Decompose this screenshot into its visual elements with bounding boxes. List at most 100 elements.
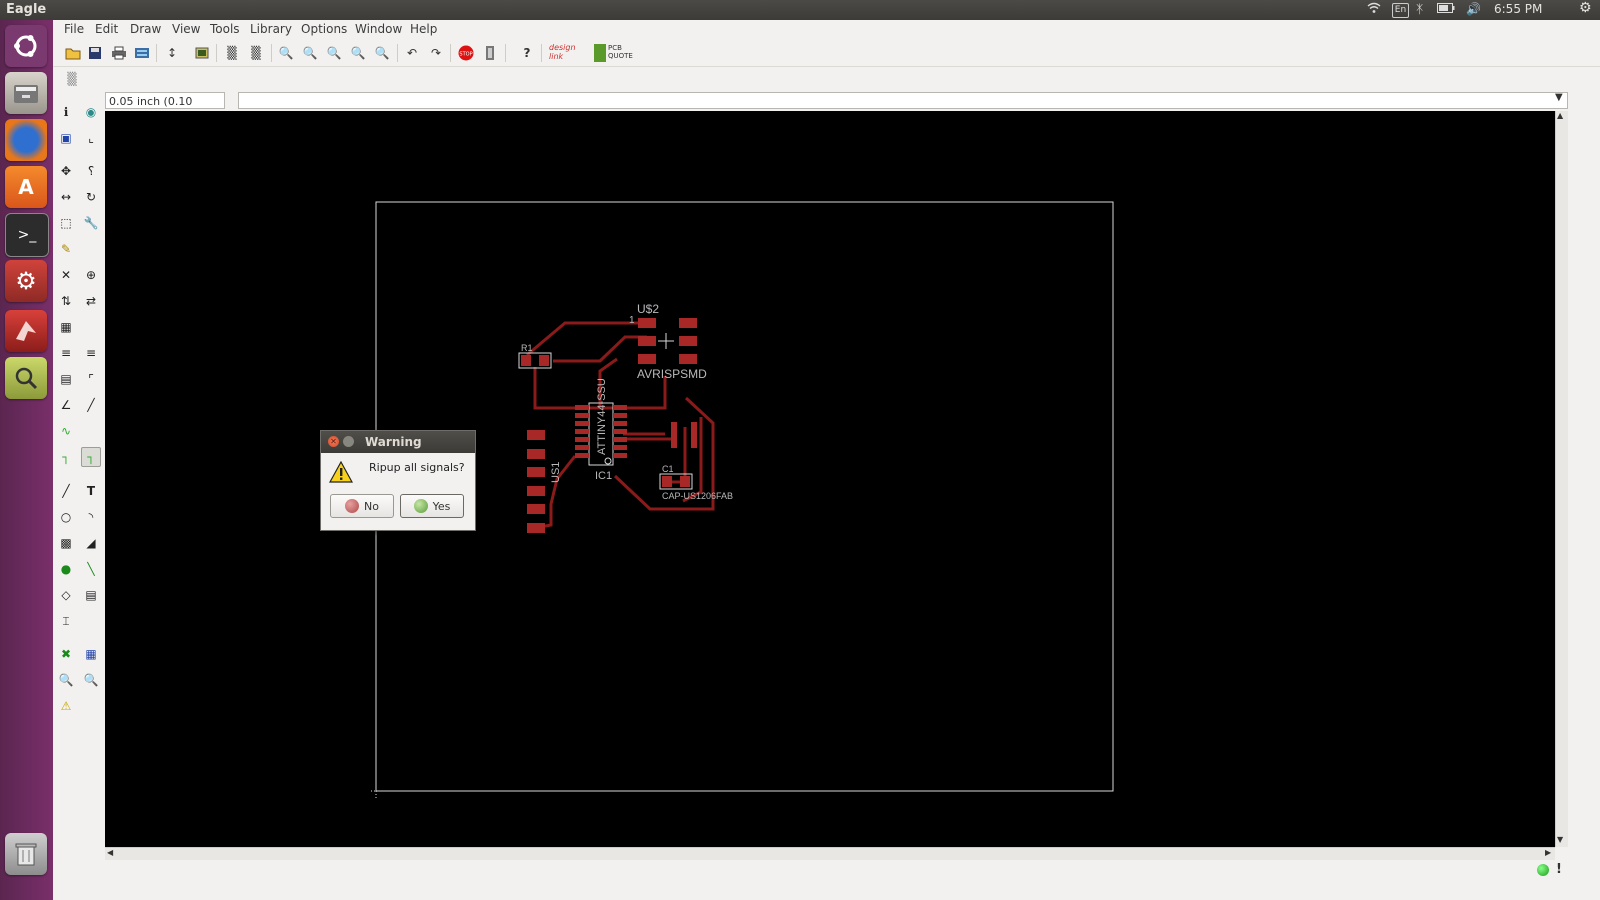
dimension-icon[interactable]: ⌶ — [56, 611, 76, 631]
clock[interactable]: 6:55 PM — [1494, 2, 1542, 16]
menu-library[interactable]: Library — [250, 22, 292, 36]
ubuntu-dash-icon[interactable] — [5, 25, 47, 67]
replace-icon[interactable]: ⇄ — [81, 291, 101, 311]
settings-gear-icon[interactable]: ⚙ — [1579, 0, 1592, 16]
trash-icon[interactable] — [5, 833, 47, 875]
chevron-down-icon[interactable]: ▼ — [1555, 92, 1563, 103]
grid-icon[interactable]: ▒ — [223, 44, 241, 62]
menu-window[interactable]: Window — [355, 22, 402, 36]
firefox-icon[interactable] — [5, 119, 47, 161]
terminal-icon[interactable]: >_ — [5, 213, 49, 257]
print-icon[interactable] — [110, 44, 128, 62]
polygon-icon[interactable]: ◢ — [81, 533, 101, 553]
close-icon[interactable]: ✕ — [328, 436, 339, 447]
keyboard-layout-indicator[interactable]: En — [1392, 3, 1409, 18]
smash-icon[interactable]: ≡ — [56, 343, 76, 363]
drc-icon[interactable]: 🔍 — [81, 670, 101, 690]
name-icon[interactable]: ▤ — [56, 369, 76, 389]
add-icon[interactable]: ⊕ — [81, 265, 101, 285]
info-icon[interactable]: ℹ — [56, 102, 76, 122]
cam-processor-icon[interactable] — [133, 44, 151, 62]
use-library-icon[interactable]: ↕ — [163, 44, 181, 62]
rotate-icon[interactable]: ↻ — [81, 187, 101, 207]
value-icon[interactable]: ≡ — [81, 343, 101, 363]
alert-icon[interactable]: ! — [1556, 862, 1562, 877]
ratsnest-icon[interactable]: ✖ — [56, 644, 76, 664]
erc-icon[interactable]: 🔍 — [56, 670, 76, 690]
menu-file[interactable]: File — [64, 22, 84, 36]
meander-icon[interactable]: ∿ — [56, 421, 76, 441]
text-icon[interactable]: T — [81, 481, 101, 501]
image-viewer-icon[interactable] — [5, 357, 47, 399]
wire-icon[interactable]: ╱ — [56, 481, 76, 501]
rectangle-icon[interactable]: ▩ — [56, 533, 76, 553]
menu-draw[interactable]: Draw — [130, 22, 161, 36]
undo-icon[interactable]: ↶ — [403, 44, 421, 62]
errors-icon[interactable]: ⚠ — [56, 696, 76, 716]
zoom-select-icon[interactable]: 🔍 — [373, 44, 391, 62]
menu-help[interactable]: Help — [410, 22, 437, 36]
redraw-icon[interactable]: 🔍 — [349, 44, 367, 62]
miter-icon[interactable]: ⌜ — [81, 369, 101, 389]
attribute-icon[interactable]: ▤ — [81, 585, 101, 605]
go-icon[interactable] — [481, 44, 499, 62]
files-icon[interactable] — [5, 72, 47, 114]
change-icon[interactable]: 🔧 — [81, 213, 101, 233]
open-icon[interactable] — [64, 44, 82, 62]
eagle-app-icon[interactable] — [5, 310, 47, 352]
display-icon[interactable]: ▣ — [56, 128, 76, 148]
scroll-left-icon[interactable]: ◀ — [107, 848, 113, 857]
scroll-down-icon[interactable]: ▼ — [1557, 835, 1563, 844]
wifi-icon[interactable] — [1367, 2, 1381, 17]
battery-icon[interactable] — [1437, 2, 1455, 17]
software-center-icon[interactable]: A — [5, 166, 47, 208]
minimize-icon[interactable] — [343, 436, 354, 447]
pcb-quote-logo[interactable]: PCB QUOTE — [594, 44, 633, 62]
circle-icon[interactable]: ○ — [56, 507, 76, 527]
mirror-icon[interactable]: ↔ — [56, 187, 76, 207]
help-icon[interactable]: ? — [518, 44, 536, 62]
lock-icon[interactable]: ▦ — [56, 317, 76, 337]
scroll-right-icon[interactable]: ▶ — [1545, 848, 1551, 857]
design-link-logo[interactable]: design link — [549, 43, 585, 63]
parameter-grid-icon[interactable]: ▒ — [63, 70, 81, 88]
route-icon[interactable]: ┐ — [56, 447, 76, 467]
yes-button[interactable]: Yes — [400, 494, 464, 518]
zoom-fit-icon[interactable]: 🔍 — [277, 44, 295, 62]
group-icon[interactable]: ⬚ — [56, 213, 76, 233]
ripup-icon[interactable]: ┐ — [81, 447, 101, 467]
layer-settings-icon[interactable]: ▒ — [247, 44, 265, 62]
save-icon[interactable] — [86, 44, 104, 62]
bluetooth-icon[interactable]: ᛡ — [1416, 2, 1423, 16]
no-button[interactable]: No — [330, 494, 394, 518]
zoom-out-icon[interactable]: 🔍 — [325, 44, 343, 62]
move-icon[interactable]: ✥ — [56, 161, 76, 181]
redo-icon[interactable]: ↷ — [427, 44, 445, 62]
menu-tools[interactable]: Tools — [210, 22, 240, 36]
optimize-icon[interactable]: ╱ — [81, 395, 101, 415]
pinswap-icon[interactable]: ⇅ — [56, 291, 76, 311]
mark-icon[interactable]: ⌞ — [81, 128, 101, 148]
system-settings-icon[interactable]: ⚙ — [5, 260, 47, 302]
via-icon[interactable]: ● — [56, 559, 76, 579]
show-icon[interactable]: ◉ — [81, 102, 101, 122]
zoom-in-icon[interactable]: 🔍 — [301, 44, 319, 62]
vertical-scrollbar[interactable]: ▲ ▼ — [1555, 111, 1568, 847]
menu-options[interactable]: Options — [301, 22, 347, 36]
script-icon[interactable] — [193, 44, 211, 62]
menu-view[interactable]: View — [172, 22, 200, 36]
hole-icon[interactable]: ◇ — [56, 585, 76, 605]
delete-icon[interactable]: ✕ — [56, 265, 76, 285]
horizontal-scrollbar[interactable]: ◀ ▶ — [105, 847, 1555, 860]
auto-router-icon[interactable]: ▦ — [81, 644, 101, 664]
scroll-up-icon[interactable]: ▲ — [1557, 111, 1563, 120]
signal-icon[interactable]: ╲ — [81, 559, 101, 579]
menu-edit[interactable]: Edit — [95, 22, 118, 36]
paste-icon[interactable]: ✎ — [56, 239, 76, 259]
split-icon[interactable]: ∠ — [56, 395, 76, 415]
stop-icon[interactable]: STOP — [457, 44, 475, 62]
arc-icon[interactable]: ◝ — [81, 507, 101, 527]
command-line-input[interactable] — [238, 92, 1568, 109]
volume-icon[interactable]: 🔊 — [1466, 2, 1481, 16]
copy-icon[interactable]: ⸮ — [81, 161, 101, 181]
